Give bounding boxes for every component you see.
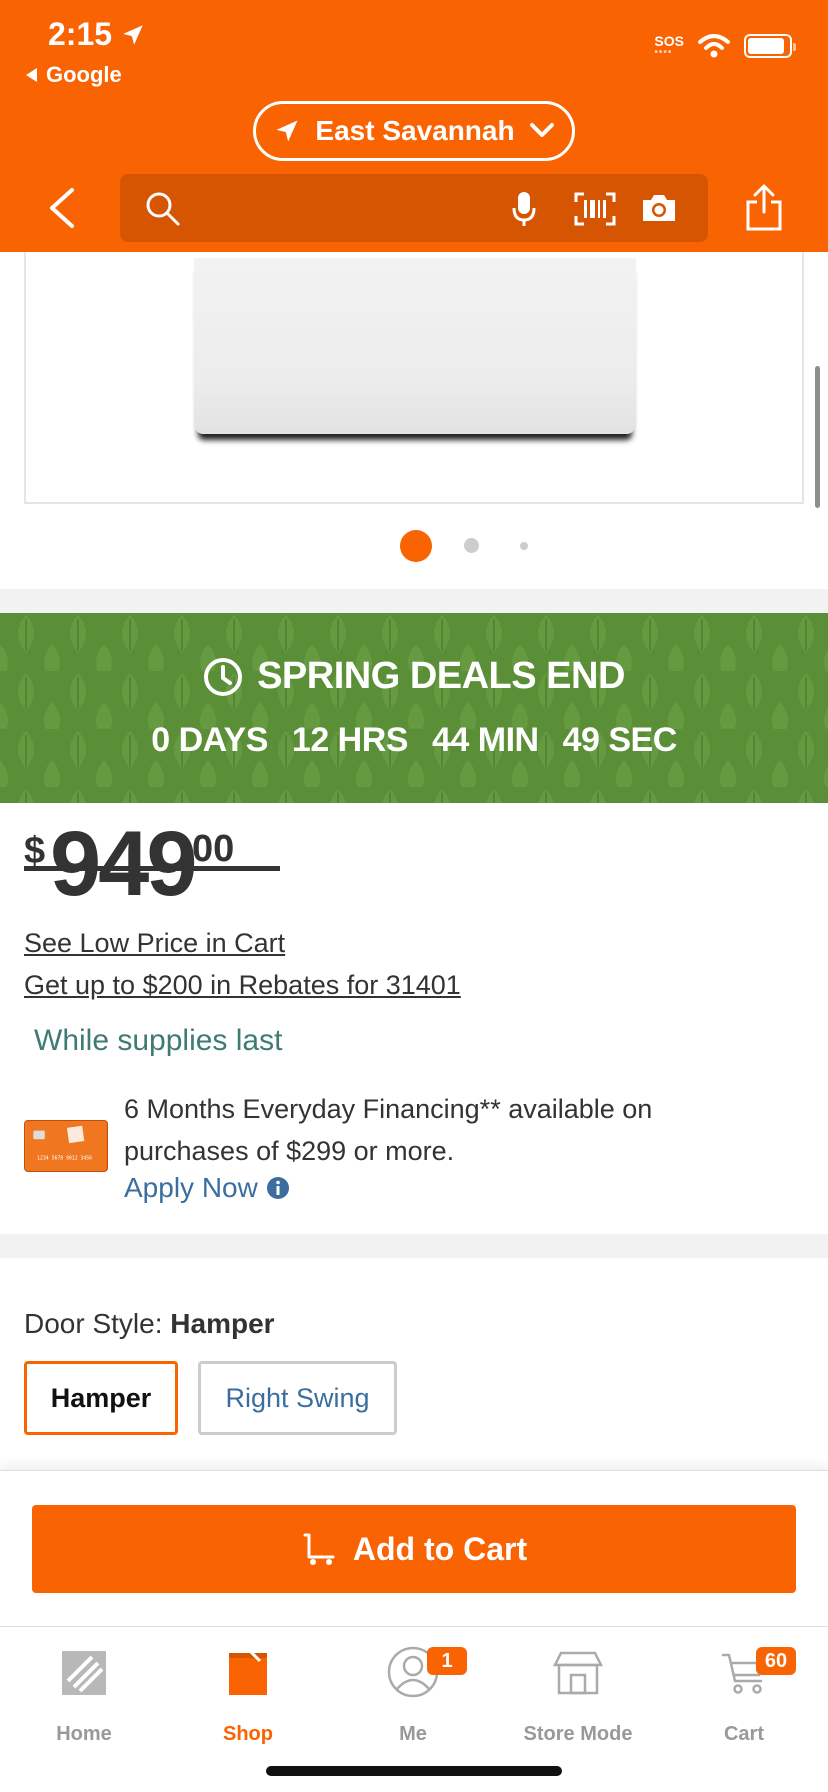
product-image bbox=[194, 258, 636, 434]
home-depot-logo-icon bbox=[62, 1651, 106, 1695]
availability-text: While supplies last bbox=[34, 1024, 283, 1057]
shop-icon bbox=[229, 1647, 267, 1695]
location-arrow-icon bbox=[123, 24, 143, 45]
leaf-pattern-background bbox=[0, 613, 828, 803]
tab-me-label: Me bbox=[399, 1723, 427, 1745]
search-input[interactable] bbox=[120, 174, 708, 242]
price-cents: 00 bbox=[192, 828, 235, 870]
store-selector-button[interactable]: East Savannah bbox=[253, 101, 575, 161]
add-to-cart-bar: Add to Cart bbox=[0, 1470, 828, 1626]
back-to-google-link[interactable]: Google bbox=[26, 62, 122, 88]
store-icon bbox=[552, 1651, 604, 1695]
door-style-option-hamper[interactable]: Hamper bbox=[24, 1361, 178, 1435]
info-icon[interactable] bbox=[266, 1176, 290, 1200]
chevron-down-icon bbox=[529, 123, 554, 137]
carousel-dots bbox=[0, 530, 828, 562]
tab-home-label: Home bbox=[56, 1723, 112, 1745]
tab-shop[interactable]: Shop bbox=[178, 1641, 318, 1751]
section-divider bbox=[0, 1234, 828, 1258]
clock-icon bbox=[204, 657, 243, 696]
sos-indicator: SOS •••• bbox=[654, 34, 684, 58]
price-dollars: 949 bbox=[50, 813, 197, 915]
carousel-dot[interactable] bbox=[464, 538, 479, 553]
add-to-cart-label: Add to Cart bbox=[352, 1530, 528, 1567]
wifi-icon bbox=[698, 34, 730, 58]
see-low-price-link[interactable]: See Low Price in Cart bbox=[24, 928, 285, 959]
tab-shop-label: Shop bbox=[223, 1723, 273, 1745]
section-divider bbox=[0, 589, 828, 613]
carousel-dot[interactable] bbox=[520, 542, 528, 550]
apply-now-label: Apply Now bbox=[124, 1172, 258, 1203]
home-indicator[interactable] bbox=[266, 1766, 562, 1776]
cart-count-badge: 60 bbox=[756, 1647, 796, 1675]
barcode-scan-icon[interactable] bbox=[574, 192, 616, 226]
me-notification-badge: 1 bbox=[427, 1647, 467, 1675]
share-icon[interactable] bbox=[744, 184, 784, 232]
deals-countdown: 0 DAYS 12 HRS 44 MIN 49 SEC bbox=[0, 721, 828, 760]
back-chevron-icon[interactable] bbox=[44, 186, 80, 230]
door-style-label-text: Door Style: bbox=[24, 1308, 163, 1339]
status-indicators: SOS •••• bbox=[654, 34, 796, 58]
battery-icon bbox=[744, 34, 796, 58]
rebates-link[interactable]: Get up to $200 in Rebates for 31401 bbox=[24, 970, 461, 1001]
location-arrow-icon bbox=[276, 120, 298, 142]
countdown-seconds: 49 SEC bbox=[562, 721, 678, 759]
dolly-cart-icon bbox=[303, 1533, 335, 1565]
countdown-minutes: 44 MIN bbox=[431, 721, 539, 759]
deals-title-text: SPRING DEALS END bbox=[257, 655, 625, 697]
door-style-option-right-swing[interactable]: Right Swing bbox=[198, 1361, 397, 1435]
store-name: East Savannah bbox=[315, 115, 515, 146]
tab-store-mode-label: Store Mode bbox=[523, 1723, 633, 1745]
product-image-carousel[interactable] bbox=[24, 252, 804, 504]
apply-now-link[interactable]: Apply Now bbox=[124, 1172, 290, 1204]
tab-cart-label: Cart bbox=[723, 1723, 764, 1745]
app-header: 2:15 Google SOS •••• East Savannah bbox=[0, 0, 828, 252]
status-time-text: 2:15 bbox=[48, 16, 113, 52]
door-style-selected: Hamper bbox=[170, 1308, 275, 1339]
countdown-days: 0 DAYS bbox=[151, 721, 268, 759]
door-style-label: Door Style: Hamper bbox=[24, 1308, 275, 1340]
back-triangle-icon bbox=[26, 68, 37, 82]
signal-dots-icon: •••• bbox=[654, 47, 673, 58]
financing-text: 6 Months Everyday Financing** available … bbox=[124, 1094, 653, 1166]
price-strikethrough bbox=[24, 866, 280, 871]
add-to-cart-button[interactable]: Add to Cart bbox=[32, 1505, 796, 1593]
back-app-label: Google bbox=[46, 62, 122, 87]
microphone-icon[interactable] bbox=[512, 190, 536, 228]
card-number: 1234 5678 9012 3456 bbox=[37, 1155, 92, 1161]
tab-me[interactable]: 1 Me bbox=[343, 1641, 483, 1751]
countdown-hours: 12 HRS bbox=[291, 721, 409, 759]
credit-card-image: 1234 5678 9012 3456 bbox=[24, 1120, 108, 1172]
tab-cart[interactable]: 60 Cart bbox=[674, 1641, 814, 1751]
deals-title: SPRING DEALS END bbox=[0, 655, 828, 698]
spring-deals-banner: SPRING DEALS END 0 DAYS 12 HRS 44 MIN 49… bbox=[0, 613, 828, 803]
tab-store-mode[interactable]: Store Mode bbox=[508, 1641, 648, 1751]
carousel-dot-active[interactable] bbox=[400, 530, 432, 562]
tab-home[interactable]: Home bbox=[14, 1641, 154, 1751]
status-time: 2:15 bbox=[48, 16, 146, 53]
scrollbar[interactable] bbox=[815, 366, 820, 508]
camera-icon[interactable] bbox=[640, 192, 678, 224]
search-icon bbox=[146, 192, 180, 226]
